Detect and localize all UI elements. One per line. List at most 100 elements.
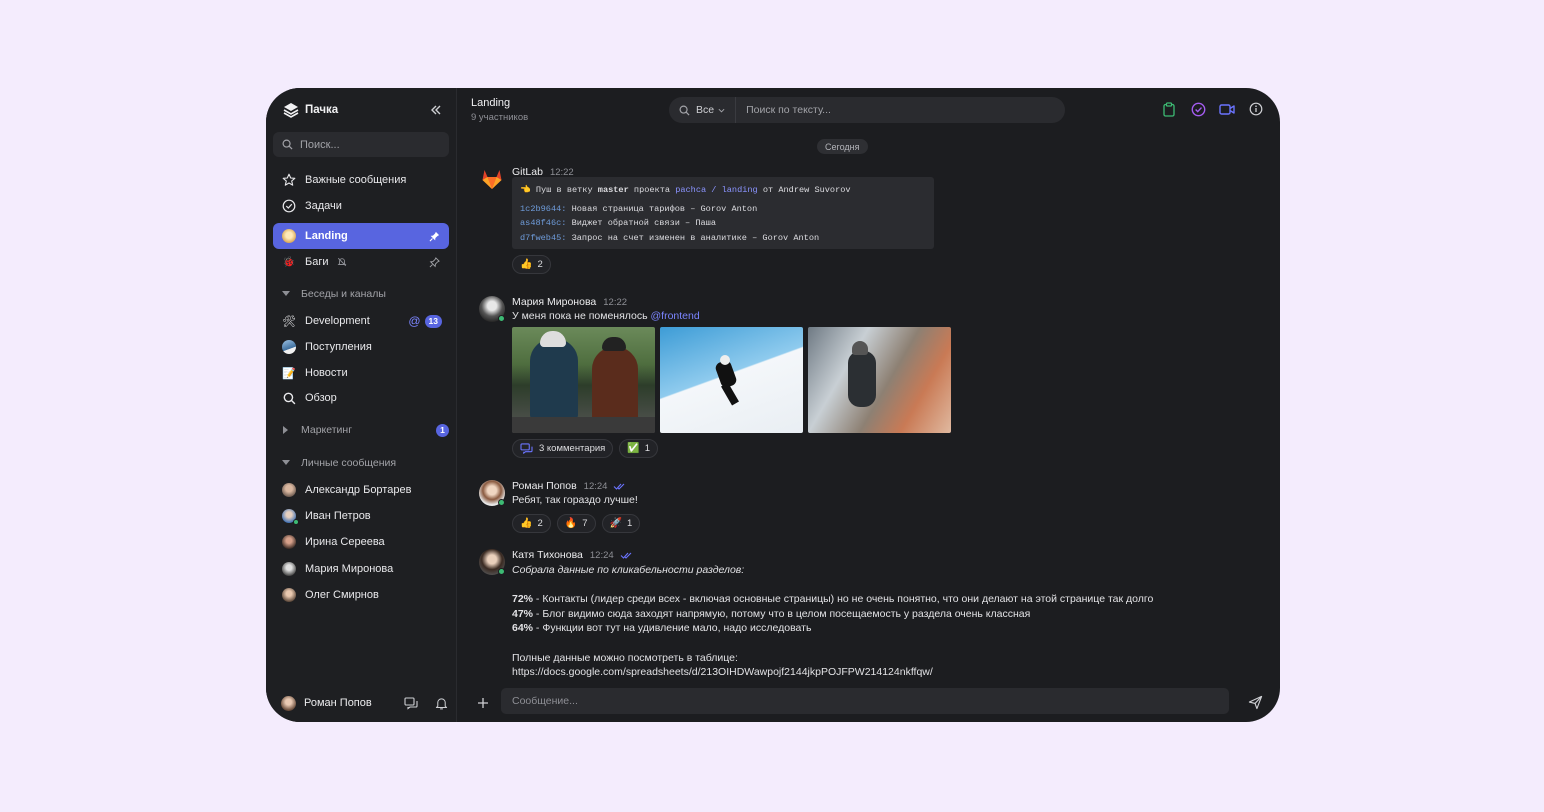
dm-item-label: Ирина Сереева xyxy=(305,536,385,548)
threads-button[interactable] xyxy=(403,695,419,711)
channel-info-button[interactable] xyxy=(1248,101,1264,117)
search-icon xyxy=(282,139,293,150)
photo-climber[interactable] xyxy=(808,327,951,433)
stat-percent: 72% xyxy=(512,593,534,606)
date-separator: Сегодня xyxy=(817,139,868,154)
mention-indicator: @ xyxy=(408,314,421,328)
reaction-count: 2 xyxy=(537,259,543,270)
reaction-count: 2 xyxy=(537,518,543,529)
commit-hash[interactable]: 1c2b9644: xyxy=(520,204,566,214)
dm-item[interactable]: Мария Миронова xyxy=(273,556,449,582)
commit-message: Запрос на счет изменен в аналитике – Gor… xyxy=(571,232,820,243)
current-user-name[interactable]: Роман Попов xyxy=(304,697,389,709)
user-avatar xyxy=(281,534,297,550)
reactions: 👍 2 🔥 7 🚀 1 xyxy=(512,514,646,533)
reactions: 👍 2 xyxy=(512,255,557,274)
reaction-thumbs-up[interactable]: 👍 2 xyxy=(512,514,551,533)
dm-item[interactable]: Олег Смирнов xyxy=(273,582,449,608)
sidebar-item-label: Landing xyxy=(305,230,348,242)
comments-button[interactable]: 3 комментария xyxy=(512,439,614,458)
sidebar-item-bugs[interactable]: 🐞 Баги xyxy=(273,249,449,275)
message-outro: Полные данные можно посмотреть в таблице… xyxy=(512,651,738,664)
photo-cyclists[interactable] xyxy=(512,327,655,433)
reaction-check[interactable]: ✅ 1 xyxy=(619,439,659,458)
video-camera-icon xyxy=(1219,103,1235,115)
commit-line: as48f46c: Виджет обратной связи – Паша xyxy=(520,216,926,231)
pin-icon[interactable] xyxy=(426,228,442,244)
sidebar-item-overview[interactable]: Обзор xyxy=(273,385,449,411)
app-logo-icon xyxy=(283,103,299,118)
sidebar-search[interactable] xyxy=(273,132,449,157)
marketing-section-toggle[interactable]: Маркетинг 1 xyxy=(281,421,449,439)
push-summary: 👈 Пуш в ветку master проекта pachca / la… xyxy=(520,183,926,198)
project-link[interactable]: pachca / landing xyxy=(675,185,758,195)
sidebar-item-development[interactable]: 🛠 Development @ 13 xyxy=(273,308,449,334)
commit-line: d7fweb45: Запрос на счет изменен в анали… xyxy=(520,231,926,246)
sidebar-item-important[interactable]: Важные сообщения xyxy=(273,167,449,193)
sidebar-item-news[interactable]: 📝 Новости xyxy=(273,360,449,386)
reaction-fire[interactable]: 🔥 7 xyxy=(556,514,596,533)
channels-section-toggle[interactable]: Беседы и каналы xyxy=(281,285,449,303)
channel-members[interactable]: 9 участников xyxy=(471,112,528,123)
reaction-count: 7 xyxy=(582,518,588,529)
marketing-section-label: Маркетинг xyxy=(301,424,353,436)
search-filter-dropdown[interactable]: Все xyxy=(669,97,737,123)
sidebar-search-input[interactable] xyxy=(300,138,440,151)
photo-skier[interactable] xyxy=(660,327,803,433)
chat-header: Landing 9 участников Все xyxy=(457,88,1280,128)
message-time: 12:24 xyxy=(589,549,614,561)
commit-hash[interactable]: d7fweb45: xyxy=(520,233,566,243)
pin-icon[interactable] xyxy=(426,254,442,270)
dm-section-toggle[interactable]: Личные сообщения xyxy=(281,454,449,472)
dm-item-label: Мария Миронова xyxy=(305,563,394,575)
message-time: 12:22 xyxy=(549,166,574,178)
video-call-button[interactable] xyxy=(1219,101,1235,117)
read-receipt-icon xyxy=(613,483,626,490)
sidebar-item-label: Development xyxy=(305,315,370,327)
user-avatar xyxy=(281,561,297,577)
message-input[interactable] xyxy=(501,688,1229,714)
online-indicator xyxy=(498,568,505,575)
dm-item[interactable]: Иван Петров xyxy=(273,503,449,529)
message-meta: Роман Попов 12:24 xyxy=(512,480,626,492)
message-maria: Мария Миронова 12:22 У меня пока не поме… xyxy=(479,296,1179,466)
header-actions xyxy=(1148,101,1264,117)
memo-icon: 📝 xyxy=(282,367,296,380)
current-user-avatar[interactable] xyxy=(281,695,296,711)
message-composer xyxy=(457,686,1280,722)
message-text: Собрала данные по кликабельности раздело… xyxy=(512,563,1153,680)
send-button[interactable] xyxy=(1247,694,1264,711)
reaction-rocket[interactable]: 🚀 1 xyxy=(601,514,641,533)
reaction-thumbs-up[interactable]: 👍 2 xyxy=(512,255,551,274)
photo-attachments xyxy=(512,327,956,433)
tasks-button[interactable] xyxy=(1190,101,1206,117)
sidebar-item-landing[interactable]: Landing xyxy=(273,223,449,249)
message-search-input[interactable] xyxy=(746,104,1047,116)
reaction-count: 1 xyxy=(644,443,651,454)
check-circle-icon xyxy=(281,198,297,214)
message-author[interactable]: Катя Тихонова xyxy=(512,549,583,561)
clipboard-button[interactable] xyxy=(1161,101,1177,117)
send-icon xyxy=(1248,695,1263,710)
message-author[interactable]: Мария Миронова xyxy=(512,296,596,308)
reaction-emoji: 🚀 xyxy=(609,518,622,529)
dm-item[interactable]: Ирина Сереева xyxy=(273,529,449,555)
commit-hash[interactable]: as48f46c: xyxy=(520,218,566,228)
push-text: от Andrew Suvorov xyxy=(762,185,851,195)
message-author[interactable]: Роман Попов xyxy=(512,480,577,492)
sidebar-item-arrivals[interactable]: Поступления xyxy=(273,334,449,360)
attach-button[interactable] xyxy=(475,695,491,711)
notifications-button[interactable] xyxy=(433,695,449,711)
spreadsheet-link[interactable]: https://docs.google.com/spreadsheets/d/2… xyxy=(512,665,1153,680)
search-filter-label: Все xyxy=(696,104,715,116)
reactions: 3 комментария ✅ 1 xyxy=(512,439,664,458)
collapse-sidebar-button[interactable] xyxy=(428,102,444,118)
comments-icon xyxy=(520,443,533,454)
dm-item[interactable]: Александр Бортарев xyxy=(273,477,449,503)
mention-link[interactable]: @frontend xyxy=(651,310,700,322)
unread-badge: 13 xyxy=(424,314,442,328)
message-body: У меня пока не поменялось xyxy=(512,310,648,322)
sidebar-item-tasks[interactable]: Задачи xyxy=(273,193,449,219)
channel-avatar xyxy=(281,339,297,355)
message-text: У меня пока не поменялось @frontend xyxy=(512,310,700,322)
